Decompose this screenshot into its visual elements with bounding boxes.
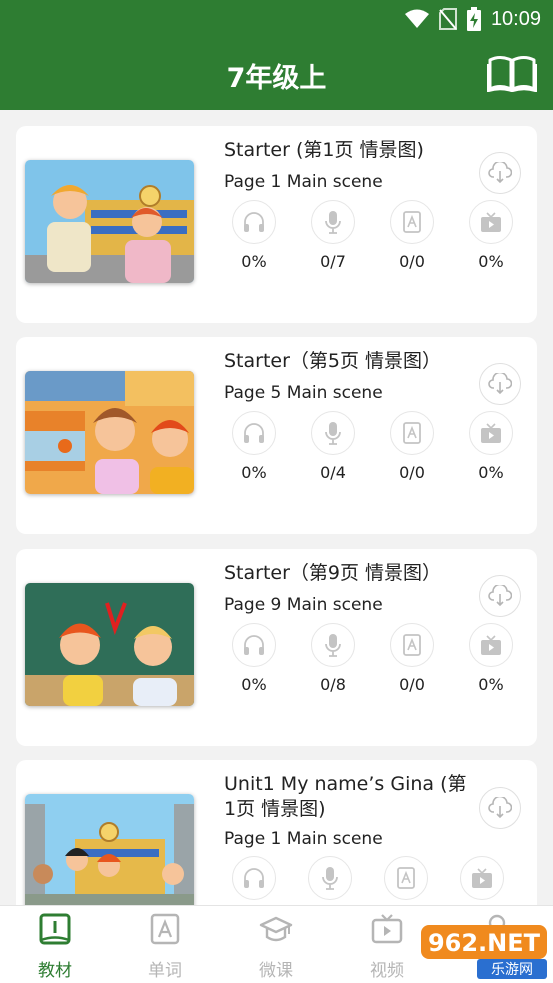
speak-progress: 0/7 [320, 252, 346, 271]
video-stat[interactable] [452, 856, 512, 905]
read-stat[interactable]: 0/0 [382, 200, 442, 271]
lesson-thumbnail[interactable] [25, 583, 194, 706]
cloud-download-icon [488, 585, 512, 607]
lesson-thumbnail[interactable] [25, 371, 194, 494]
cloud-download-icon [488, 373, 512, 395]
wifi-icon [404, 9, 429, 28]
status-bar: 10:09 [0, 0, 553, 38]
lesson-subtitle: Page 9 Main scene [224, 595, 383, 615]
lesson-stats [224, 856, 509, 905]
video-stat[interactable]: 0% [461, 623, 521, 694]
cloud-download-icon [488, 797, 512, 819]
headphones-icon [244, 868, 264, 888]
headphones-icon [244, 212, 264, 232]
tab-label: 视频 [370, 961, 404, 981]
letter-card-icon [403, 211, 421, 233]
word-card-icon [150, 913, 180, 945]
lesson-subtitle: Page 5 Main scene [224, 383, 383, 403]
textbook-icon [39, 913, 71, 945]
tv-icon [371, 914, 403, 944]
speak-progress: 0/4 [320, 463, 346, 482]
speak-stat[interactable] [300, 856, 360, 905]
lesson-title: Starter (第1页 情景图) [224, 139, 424, 161]
lesson-stats: 0% 0/7 0/0 0% [224, 200, 513, 275]
headphones-icon [244, 423, 264, 443]
letter-card-icon [397, 867, 415, 889]
lesson-thumbnail[interactable] [25, 794, 194, 905]
microphone-icon [325, 634, 341, 657]
lesson-card[interactable]: Unit1 My name’s Gina (第1页 情景图) Page 1 Ma… [16, 760, 537, 905]
speak-stat[interactable]: 0/8 [303, 623, 363, 694]
tv-play-icon [481, 212, 501, 232]
microphone-icon [322, 867, 338, 890]
watermark-caption: 乐游网 [491, 962, 533, 978]
read-progress: 0/0 [399, 252, 425, 271]
app-bar: 7年级上 [0, 38, 553, 110]
speak-progress: 0/8 [320, 675, 346, 694]
video-progress: 0% [478, 675, 504, 694]
tab-label: 微课 [259, 961, 293, 981]
tab-label: 单词 [148, 961, 182, 981]
download-button[interactable] [479, 787, 521, 829]
graduation-cap-icon [259, 916, 293, 942]
download-button[interactable] [479, 575, 521, 617]
lesson-card[interactable]: Starter（第5页 情景图） Page 5 Main scene 0% 0/… [16, 337, 537, 534]
lesson-list[interactable]: Starter (第1页 情景图) Page 1 Main scene 0% 0… [0, 110, 553, 905]
read-stat[interactable]: 0/0 [382, 411, 442, 482]
tv-play-icon [481, 423, 501, 443]
lesson-card[interactable]: Starter（第9页 情景图） Page 9 Main scene 0% 0/… [16, 549, 537, 746]
battery-charging-icon [466, 7, 481, 31]
tv-play-icon [481, 635, 501, 655]
watermark-brand: 962.NET [428, 929, 541, 957]
speak-stat[interactable]: 0/4 [303, 411, 363, 482]
watermark-logo: 962.NET 乐游网 [421, 923, 547, 979]
tab-video[interactable]: 视频 [352, 912, 422, 981]
book-button[interactable] [486, 54, 538, 93]
listen-stat[interactable]: 0% [224, 200, 284, 271]
video-progress: 0% [478, 252, 504, 271]
lesson-subtitle: Page 1 Main scene [224, 829, 383, 849]
lesson-stats: 0% 0/4 0/0 0% [224, 411, 513, 486]
speak-stat[interactable]: 0/7 [303, 200, 363, 271]
microphone-icon [325, 211, 341, 234]
headphones-icon [244, 635, 264, 655]
listen-stat[interactable]: 0% [224, 411, 284, 482]
lesson-title: Starter（第9页 情景图） [224, 562, 442, 584]
tab-textbook[interactable]: 教材 [20, 912, 90, 981]
listen-stat[interactable]: 0% [224, 623, 284, 694]
tab-words[interactable]: 单词 [130, 912, 200, 981]
microphone-icon [325, 422, 341, 445]
video-progress: 0% [478, 463, 504, 482]
listen-progress: 0% [241, 463, 267, 482]
lesson-stats: 0% 0/8 0/0 0% [224, 623, 513, 698]
video-stat[interactable]: 0% [461, 411, 521, 482]
read-stat[interactable]: 0/0 [382, 623, 442, 694]
download-button[interactable] [479, 152, 521, 194]
download-button[interactable] [479, 363, 521, 405]
status-time: 10:09 [490, 7, 541, 30]
video-stat[interactable]: 0% [461, 200, 521, 271]
lesson-title: Starter（第5页 情景图） [224, 350, 442, 372]
lesson-title: Unit1 My name’s Gina (第1页 情景图) [224, 773, 467, 820]
read-stat[interactable] [376, 856, 436, 905]
letter-card-icon [403, 422, 421, 444]
page-title: 7年级上 [226, 63, 327, 94]
tab-microlesson[interactable]: 微课 [241, 912, 311, 981]
read-progress: 0/0 [399, 675, 425, 694]
tab-label: 教材 [38, 961, 72, 981]
book-icon [486, 56, 538, 93]
no-sim-icon [438, 8, 457, 30]
listen-progress: 0% [241, 675, 267, 694]
lesson-card[interactable]: Starter (第1页 情景图) Page 1 Main scene 0% 0… [16, 126, 537, 323]
letter-card-icon [403, 634, 421, 656]
listen-progress: 0% [241, 252, 267, 271]
lesson-thumbnail[interactable] [25, 160, 194, 283]
listen-stat[interactable] [224, 856, 284, 905]
read-progress: 0/0 [399, 463, 425, 482]
tv-play-icon [472, 868, 492, 888]
cloud-download-icon [488, 162, 512, 184]
lesson-subtitle: Page 1 Main scene [224, 172, 383, 192]
